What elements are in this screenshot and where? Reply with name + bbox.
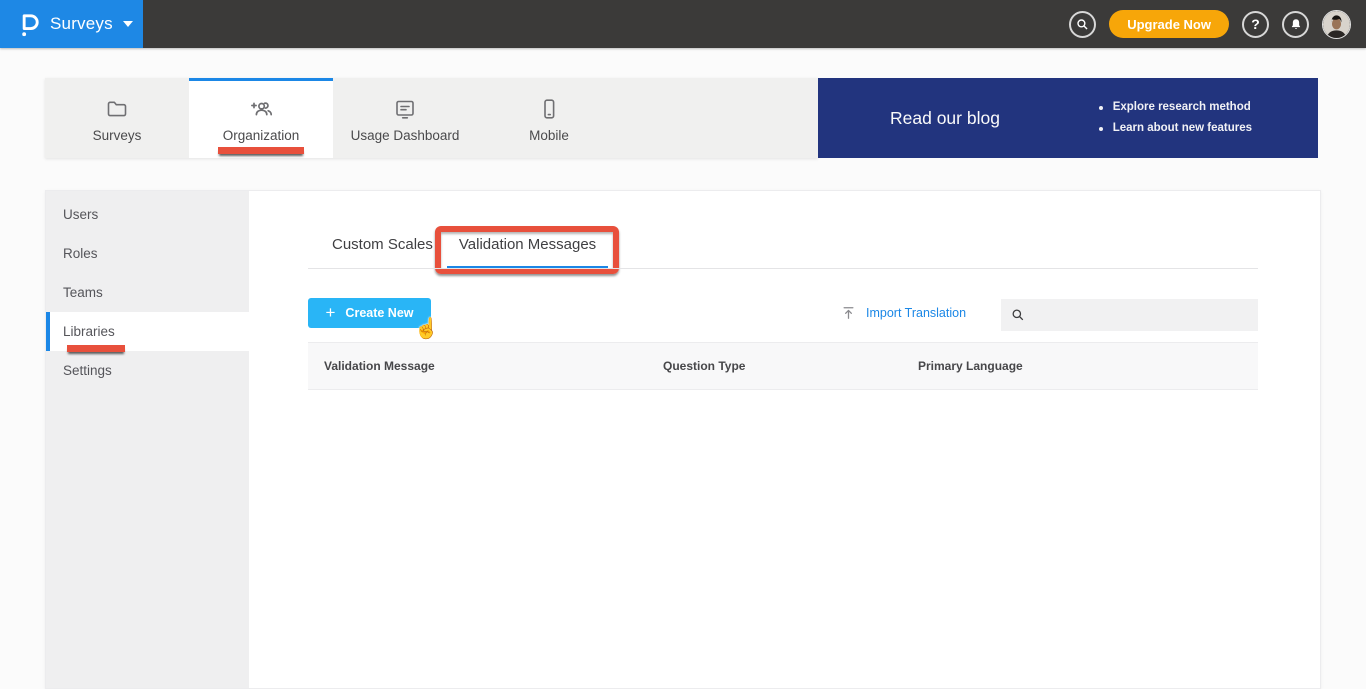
column-header-primary-language: Primary Language xyxy=(918,359,1023,373)
mobile-icon xyxy=(537,97,561,121)
nav-tab-label: Organization xyxy=(222,127,300,143)
table-search-box[interactable] xyxy=(1001,299,1258,331)
user-avatar[interactable] xyxy=(1322,9,1351,39)
tab-validation-messages[interactable]: Validation Messages xyxy=(446,221,609,269)
column-header-question-type: Question Type xyxy=(663,359,746,373)
nav-tab-label: Usage Dashboard xyxy=(350,127,460,143)
banner-title: Read our blog xyxy=(890,107,1000,128)
sidebar-item-teams[interactable]: Teams xyxy=(46,273,249,312)
import-translation-label: Import Translation xyxy=(866,306,967,320)
bullet-dot-icon xyxy=(1098,126,1103,131)
header-actions: Upgrade Now ? xyxy=(1069,9,1366,39)
tabs-divider xyxy=(308,268,1258,269)
upload-icon xyxy=(841,305,856,321)
search-icon xyxy=(1076,18,1089,31)
help-button[interactable]: ? xyxy=(1242,10,1269,38)
libraries-tabs: Custom Scales Validation Messages xyxy=(320,221,609,269)
bell-icon xyxy=(1289,17,1303,32)
nav-tab-usage-dashboard[interactable]: Usage Dashboard xyxy=(333,78,477,158)
banner-bullet-item: Learn about new features xyxy=(1098,118,1252,139)
sidebar-item-label: Settings xyxy=(63,363,112,378)
plus-icon: + xyxy=(325,302,336,322)
module-tab-strip: Surveys Organization Usage Dashboard Mob… xyxy=(45,78,818,158)
tab-label: Custom Scales xyxy=(332,236,433,253)
validation-table-header: Validation Message Question Type Primary… xyxy=(308,342,1258,390)
add-users-icon xyxy=(248,97,275,121)
sidebar-item-label: Teams xyxy=(63,285,103,300)
search-input[interactable] xyxy=(1033,299,1258,331)
sidebar-item-label: Users xyxy=(63,207,99,222)
banner-bullet-text: Explore research method xyxy=(1112,101,1251,113)
nav-tab-surveys[interactable]: Surveys xyxy=(45,78,189,158)
questionpro-logo-icon xyxy=(16,11,40,38)
annotation-underline-organization xyxy=(218,147,304,154)
sidebar-item-label: Roles xyxy=(63,246,98,261)
tab-custom-scales[interactable]: Custom Scales xyxy=(320,221,445,268)
product-name: Surveys xyxy=(50,14,113,33)
question-mark-icon: ? xyxy=(1251,16,1260,32)
notifications-button[interactable] xyxy=(1282,10,1309,38)
banner-bullet-item: Explore research method xyxy=(1098,97,1252,118)
organization-sidebar: Users Roles Teams Libraries Settings xyxy=(46,191,249,688)
nav-tab-label: Mobile xyxy=(529,127,569,143)
sidebar-item-settings[interactable]: Settings xyxy=(46,351,249,390)
tab-label: Validation Messages xyxy=(458,236,597,253)
app-header: Surveys Upgrade Now ? xyxy=(0,0,1366,48)
product-switcher[interactable]: Surveys xyxy=(0,0,143,48)
nav-tab-organization[interactable]: Organization xyxy=(189,78,333,158)
banner-bullet-list: Explore research method Learn about new … xyxy=(1098,97,1252,139)
folder-icon xyxy=(105,97,129,121)
chevron-down-icon xyxy=(122,21,133,27)
sidebar-item-users[interactable]: Users xyxy=(46,195,249,234)
search-icon xyxy=(1011,308,1025,322)
create-new-label: Create New xyxy=(345,306,414,320)
content-card: Users Roles Teams Libraries Settings Cus… xyxy=(45,190,1321,689)
blog-banner[interactable]: Read our blog Explore research method Le… xyxy=(818,78,1318,158)
bullet-dot-icon xyxy=(1098,105,1103,110)
sidebar-item-roles[interactable]: Roles xyxy=(46,234,249,273)
nav-tab-label: Surveys xyxy=(92,127,142,143)
upgrade-now-button[interactable]: Upgrade Now xyxy=(1109,10,1229,38)
banner-bullet-text: Learn about new features xyxy=(1112,122,1252,134)
sidebar-item-label: Libraries xyxy=(63,324,115,339)
create-new-button[interactable]: + Create New xyxy=(308,298,431,328)
global-search-button[interactable] xyxy=(1069,10,1097,38)
import-translation-link[interactable]: Import Translation xyxy=(841,298,966,328)
column-header-validation-message: Validation Message xyxy=(324,359,435,373)
nav-tab-mobile[interactable]: Mobile xyxy=(477,78,621,158)
top-navigation: Surveys Organization Usage Dashboard Mob… xyxy=(45,78,1321,158)
dashboard-icon xyxy=(393,97,417,121)
sidebar-item-libraries[interactable]: Libraries xyxy=(46,312,249,352)
libraries-main-panel: Custom Scales Validation Messages + Crea… xyxy=(249,191,1320,688)
